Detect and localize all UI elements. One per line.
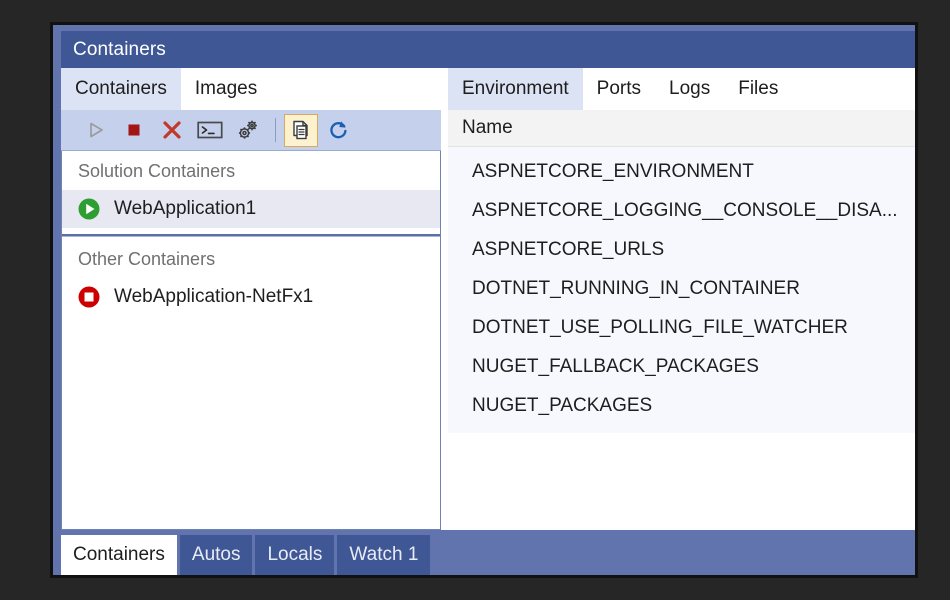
stop-square-icon [125,121,143,139]
container-item-label: WebApplication-NetFx1 [114,286,313,308]
container-details-pane: Environment Ports Logs Files Nam [448,68,915,530]
environment-grid-body: ASPNETCORE_ENVIRONMENT ASPNETCORE_LOGGIN… [448,147,915,530]
bottom-tab-locals[interactable]: Locals [255,535,334,575]
gears-icon [235,118,261,142]
table-row[interactable]: ASPNETCORE_LOGGING__CONSOLE__DISA... [448,191,915,230]
tab-containers-label: Containers [75,78,167,100]
stop-button[interactable] [117,114,151,147]
refresh-icon [328,119,350,141]
tool-window-title-bar: Containers [61,31,915,68]
play-icon [87,121,105,139]
env-var-name: NUGET_FALLBACK_PACKAGES [472,356,759,378]
remove-button[interactable] [155,114,189,147]
tool-window-title: Containers [73,39,166,61]
container-item-webapplication-netfx1[interactable]: WebApplication-NetFx1 [62,278,440,316]
start-button[interactable] [79,114,113,147]
env-var-name: NUGET_PACKAGES [472,395,652,417]
bottom-tab-containers[interactable]: Containers [61,535,177,575]
tab-ports[interactable]: Ports [583,68,655,110]
stopped-square-icon [76,284,102,310]
table-row[interactable]: NUGET_FALLBACK_PACKAGES [448,347,915,386]
table-row[interactable]: DOTNET_USE_POLLING_FILE_WATCHER [448,308,915,347]
containers-tree: Solution Containers WebApplication1 [61,151,441,530]
tab-environment-label: Environment [462,78,569,100]
tab-files[interactable]: Files [724,68,792,110]
containers-left-pane: Containers Images [61,68,441,530]
group-header-solution-containers: Solution Containers [62,151,440,190]
tab-environment[interactable]: Environment [448,68,583,110]
column-header-name: Name [462,117,513,139]
copy-documents-icon [290,119,312,141]
tab-images[interactable]: Images [181,68,271,110]
close-x-icon [161,119,183,141]
tab-ports-label: Ports [597,78,641,100]
tab-files-label: Files [738,78,778,100]
toolbar-separator [275,118,276,142]
bottom-tab-label: Watch 1 [349,544,418,566]
container-item-webapplication1[interactable]: WebApplication1 [62,190,440,228]
settings-button[interactable] [231,114,265,147]
container-item-label: WebApplication1 [114,198,256,220]
refresh-button[interactable] [322,114,356,147]
table-row[interactable]: DOTNET_RUNNING_IN_CONTAINER [448,269,915,308]
bottom-tab-label: Locals [267,544,322,566]
group-divider [62,234,440,237]
bottom-tool-window-tabstrip: Containers Autos Locals Watch 1 [61,530,915,575]
pane-splitter[interactable] [441,68,448,530]
left-pane-tabstrip: Containers Images [61,68,441,110]
table-row[interactable]: ASPNETCORE_ENVIRONMENT [448,152,915,191]
env-var-name: ASPNETCORE_ENVIRONMENT [472,161,754,183]
tab-images-label: Images [195,78,257,100]
copy-button[interactable] [284,114,318,147]
table-row[interactable]: ASPNETCORE_URLS [448,230,915,269]
env-var-name: DOTNET_USE_POLLING_FILE_WATCHER [472,317,848,339]
running-play-icon [76,196,102,222]
tab-logs[interactable]: Logs [655,68,724,110]
bottom-tab-autos[interactable]: Autos [180,535,253,575]
window-inner-frame: Containers Containers Images [53,25,915,575]
containers-toolbar [61,110,441,151]
bottom-tab-label: Autos [192,544,241,566]
terminal-icon [197,120,223,140]
tool-window-body: Containers Images [61,68,915,530]
table-row[interactable]: NUGET_PACKAGES [448,386,915,425]
details-tabstrip: Environment Ports Logs Files [448,68,915,110]
bottom-tab-label: Containers [73,544,165,566]
env-var-name: ASPNETCORE_URLS [472,239,664,261]
screenshot-root: Containers Containers Images [0,0,950,600]
tab-containers[interactable]: Containers [61,68,181,110]
terminal-button[interactable] [193,114,227,147]
group-header-other-containers: Other Containers [62,239,440,278]
bottom-tab-watch-1[interactable]: Watch 1 [337,535,430,575]
environment-variable-list: ASPNETCORE_ENVIRONMENT ASPNETCORE_LOGGIN… [448,147,915,433]
env-var-name: DOTNET_RUNNING_IN_CONTAINER [472,278,800,300]
tab-logs-label: Logs [669,78,710,100]
containers-tool-window: Containers Containers Images [50,22,918,578]
grid-column-header-row: Name [448,110,915,147]
env-var-name: ASPNETCORE_LOGGING__CONSOLE__DISA... [472,200,898,222]
